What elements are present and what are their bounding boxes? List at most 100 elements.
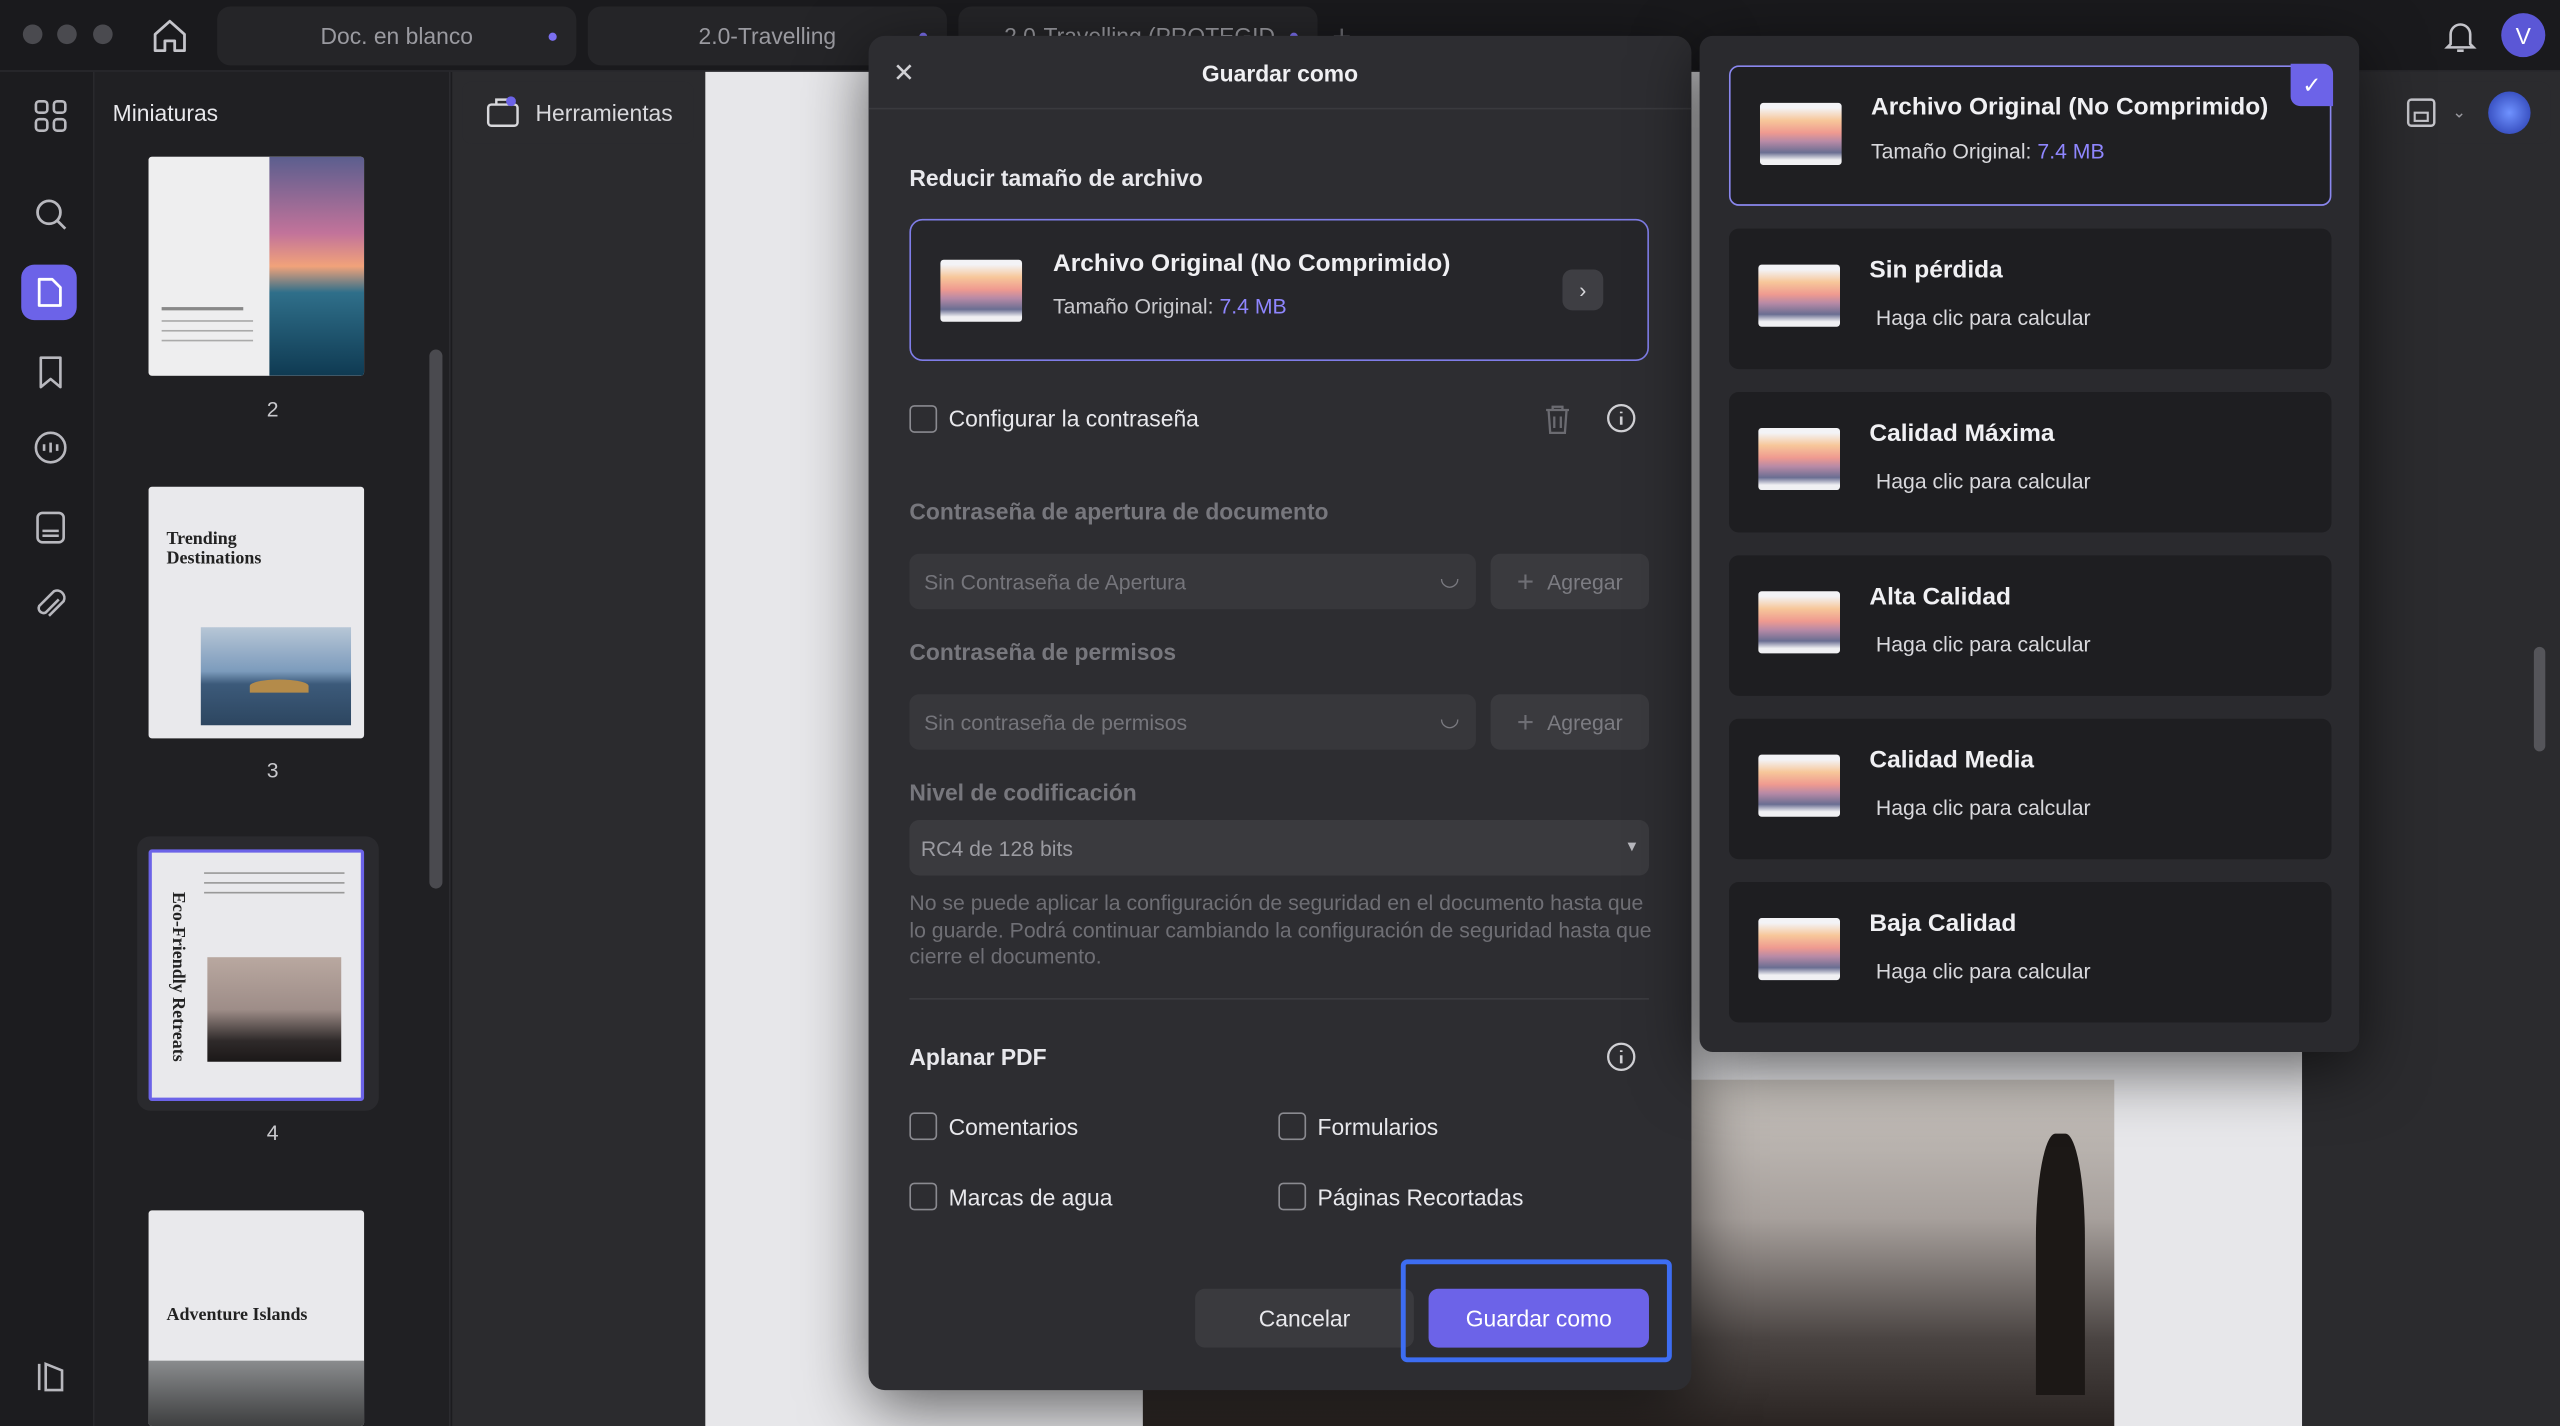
option-title: Baja Calidad [1869,909,2017,938]
option-medium-quality[interactable]: Calidad Media Haga clic para calcular [1728,718,2332,860]
attachment-icon[interactable] [29,585,71,627]
trash-icon[interactable] [1540,402,1576,438]
search-icon[interactable] [29,193,71,235]
info-icon[interactable] [1605,402,1638,435]
chevron-right-icon[interactable]: › [1562,269,1604,311]
size-label: Tamaño Original: [1053,294,1214,319]
add-label: Agregar [1547,569,1623,594]
plus-icon: + [1516,704,1535,738]
left-rail [0,71,95,1426]
option-calc-label: Haga clic para calcular [1875,305,2091,330]
compression-selector[interactable]: Archivo Original (No Comprimido) Tamaño … [909,218,1649,361]
avatar[interactable]: V [2501,13,2546,58]
thumbnail-title: Trending Destinations [166,529,262,569]
selected-option-title: Archivo Original (No Comprimido) [1053,249,1451,278]
ai-assistant-icon[interactable] [2488,91,2531,134]
option-title: Calidad Media [1869,746,2035,775]
flatten-pdf-heading: Aplanar PDF [909,1043,1047,1070]
bookmark-icon[interactable] [29,351,71,393]
image-preview-icon [1758,427,1840,491]
tools-label: Herramientas [535,99,673,126]
option-low-quality[interactable]: Baja Calidad Haga clic para calcular [1728,882,2332,1023]
option-original[interactable]: Archivo Original (No Comprimido) Tamaño … [1728,63,2334,206]
page-number: 4 [266,1120,279,1146]
thumbnail-title: Eco-Friendly Retreats [168,891,188,1062]
caret-down-icon: ▼ [1624,837,1640,855]
pages-icon[interactable] [21,264,77,321]
tools-button[interactable]: Herramientas [462,81,694,144]
size-value: 7.4 MB [1219,294,1287,319]
option-calc-label: Haga clic para calcular [1875,632,2091,657]
option-max-quality[interactable]: Calidad Máxima Haga clic para calcular [1728,392,2332,533]
encoding-select[interactable]: RC4 de 128 bits ▼ [909,819,1649,876]
password-checkbox-label: Configurar la contraseña [948,405,1199,432]
encoding-value: RC4 de 128 bits [920,835,1074,861]
divider [868,107,1692,110]
stamp-icon[interactable] [29,506,71,548]
password-checkbox[interactable] [909,405,938,433]
add-permissions-password-button[interactable]: + Agregar [1490,694,1649,750]
option-size-label: Tamaño Original: [1871,138,2032,164]
eye-closed-icon[interactable]: ◡ [1440,704,1460,732]
grid-icon[interactable] [29,95,71,137]
bell-icon[interactable] [2441,16,2480,55]
info-icon[interactable] [1605,1041,1638,1074]
thumbnail-page-3[interactable]: Trending Destinations [148,486,365,739]
option-calc-label: Haga clic para calcular [1875,468,2091,494]
add-open-password-button[interactable]: + Agregar [1490,553,1649,610]
eye-closed-icon[interactable]: ◡ [1440,564,1460,592]
save-icon[interactable] [2403,95,2439,131]
option-title: Calidad Máxima [1869,419,2055,448]
cropped-pages-checkbox[interactable] [1278,1182,1307,1211]
cancel-button[interactable]: Cancelar [1195,1288,1414,1348]
option-lossless[interactable]: Sin pérdida Haga clic para calcular [1728,228,2332,370]
tab-blank-doc[interactable]: Doc. en blanco [217,6,577,66]
open-password-label: Contraseña de apertura de documento [909,498,1329,525]
avatar-letter: V [2515,22,2531,49]
rock-spire [2035,1133,2085,1395]
comment-icon[interactable] [29,428,71,470]
cancel-label: Cancelar [1258,1305,1351,1332]
permissions-password-label: Contraseña de permisos [909,638,1177,665]
close-window-button[interactable] [22,24,43,45]
image-preview-icon [1758,917,1840,981]
zoom-window-button[interactable] [93,24,113,45]
thumbnail-title: Adventure Islands [166,1305,308,1325]
forms-label: Formularios [1317,1114,1439,1141]
thumbnail-page-5[interactable]: Adventure Islands [148,1210,365,1426]
tab-label: Doc. en blanco [320,22,473,50]
right-toolbar: ⌄ [2386,81,2551,144]
option-title: Alta Calidad [1869,583,2011,611]
image-preview-icon [1758,591,1840,654]
option-high-quality[interactable]: Alta Calidad Haga clic para calcular [1728,555,2332,696]
watermarks-checkbox[interactable] [909,1182,938,1211]
check-icon: ✓ [2290,63,2334,107]
thumbnails-scrollbar[interactable] [429,349,443,889]
home-icon[interactable] [150,16,189,55]
permissions-password-field[interactable]: Sin contraseña de permisos ◡ [909,694,1476,750]
panel-title: Miniaturas [112,99,219,126]
forms-checkbox[interactable] [1278,1112,1307,1141]
open-password-field[interactable]: Sin Contraseña de Apertura ◡ [909,553,1476,610]
option-calc-label: Haga clic para calcular [1875,958,2091,984]
reduce-size-heading: Reducir tamaño de archivo [909,164,1203,192]
option-size-value: 7.4 MB [2037,138,2105,164]
tab-label: 2.0-Travelling [698,22,837,50]
option-title: Sin pérdida [1869,256,2003,285]
sidebar-toggle-icon[interactable] [29,1356,71,1398]
minimize-window-button[interactable] [57,24,77,45]
page-number: 2 [266,396,279,422]
image-preview-icon [940,259,1023,322]
thumbnail-page-2[interactable] [148,156,365,376]
chevron-down-icon[interactable]: ⌄ [2452,105,2466,123]
add-label: Agregar [1547,709,1623,735]
divider [909,998,1649,1000]
thumbnail-page-4[interactable]: Eco-Friendly Retreats [148,849,365,1101]
security-note: No se puede aplicar la configuración de … [909,890,1652,969]
document-scrollbar[interactable] [2533,646,2546,752]
comments-checkbox[interactable] [909,1112,938,1141]
toolbox-icon [486,96,519,128]
thumbnails-panel: Miniaturas 2 Trending Destinations 3 Eco… [94,71,451,1426]
save-as-button[interactable]: Guardar como [1428,1288,1649,1348]
option-calc-label: Haga clic para calcular [1875,795,2091,820]
